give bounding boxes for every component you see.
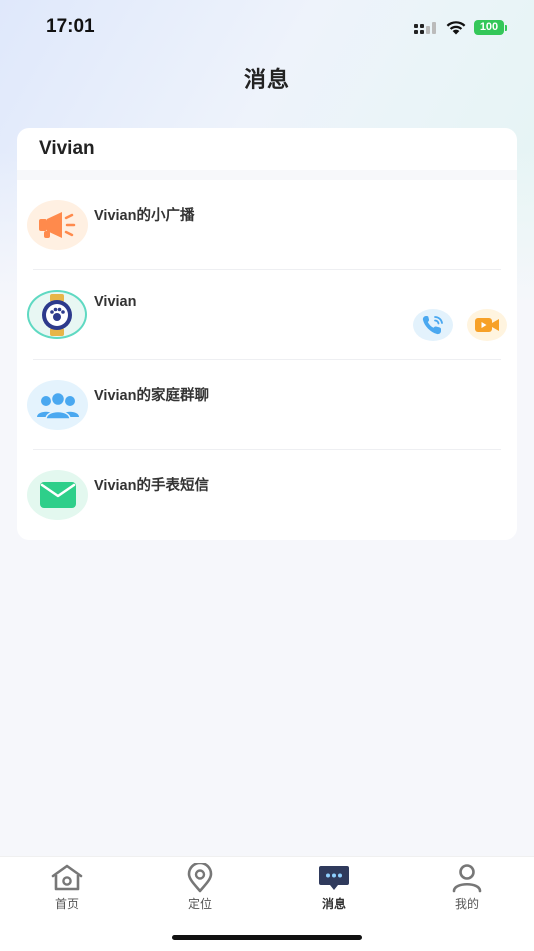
watch-icon bbox=[42, 293, 72, 336]
item-title: Vivian bbox=[94, 294, 137, 310]
tab-profile[interactable]: 我的 bbox=[427, 863, 507, 919]
list-item-family-group[interactable]: Vivian的家庭群聊 bbox=[17, 360, 517, 450]
list-item-watch-sms[interactable]: Vivian的手表短信 bbox=[17, 450, 517, 540]
group-avatar bbox=[27, 380, 88, 430]
envelope-avatar bbox=[27, 470, 88, 520]
cellular-signal-icon bbox=[414, 22, 436, 34]
megaphone-icon bbox=[38, 212, 75, 238]
tab-label: 定位 bbox=[187, 897, 212, 911]
person-icon bbox=[452, 864, 482, 893]
tab-messages[interactable]: 消息 bbox=[294, 863, 374, 919]
status-bar: 17:01 100 bbox=[0, 0, 534, 56]
group-icon bbox=[36, 391, 79, 420]
watch-avatar bbox=[27, 290, 87, 339]
home-icon bbox=[51, 864, 83, 891]
tab-location[interactable]: 定位 bbox=[160, 863, 240, 919]
page-title: 消息 bbox=[243, 67, 290, 92]
item-title: Vivian的手表短信 bbox=[94, 478, 209, 494]
status-time: 17:01 bbox=[46, 16, 95, 37]
wifi-icon bbox=[446, 21, 466, 35]
battery-indicator: 100 bbox=[474, 20, 504, 35]
home-indicator bbox=[172, 935, 362, 940]
tab-home[interactable]: 首页 bbox=[27, 863, 107, 919]
envelope-icon bbox=[39, 482, 76, 508]
phone-call-icon bbox=[422, 316, 443, 335]
tab-label: 消息 bbox=[321, 897, 346, 911]
tab-label: 首页 bbox=[54, 897, 79, 911]
item-title: Vivian的小广播 bbox=[94, 208, 195, 224]
list-item-broadcast[interactable]: Vivian的小广播 bbox=[17, 180, 517, 270]
location-pin-icon bbox=[187, 863, 213, 893]
card-header-name: Vivian bbox=[17, 128, 517, 180]
tab-label: 我的 bbox=[454, 897, 479, 911]
battery-cap bbox=[505, 25, 507, 31]
video-call-button[interactable] bbox=[467, 309, 507, 341]
video-camera-icon bbox=[475, 318, 499, 332]
chat-bubble-icon bbox=[319, 866, 349, 890]
item-title: Vivian的家庭群聊 bbox=[94, 388, 209, 404]
megaphone-avatar bbox=[27, 200, 88, 250]
voice-call-button[interactable] bbox=[413, 309, 453, 341]
